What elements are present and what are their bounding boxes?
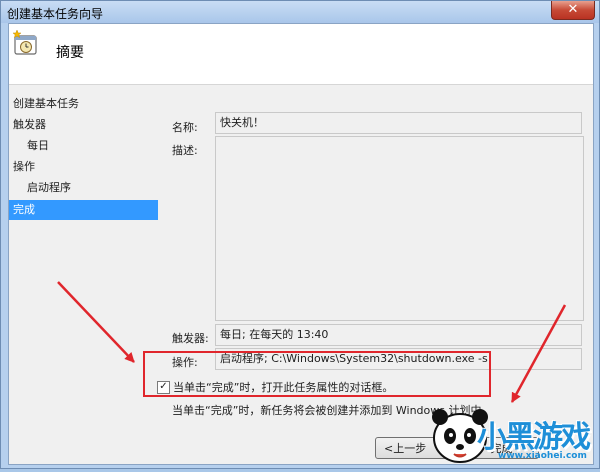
site-watermark: 小黑游戏 www.xiaohei.com bbox=[430, 398, 600, 469]
annotation-arrow-left bbox=[57, 281, 135, 363]
annotation-arrow-right bbox=[510, 304, 567, 403]
watermark-logo-text: 小黑游戏 bbox=[477, 420, 591, 455]
watermark-url: www.xiaohei.com bbox=[498, 451, 587, 461]
